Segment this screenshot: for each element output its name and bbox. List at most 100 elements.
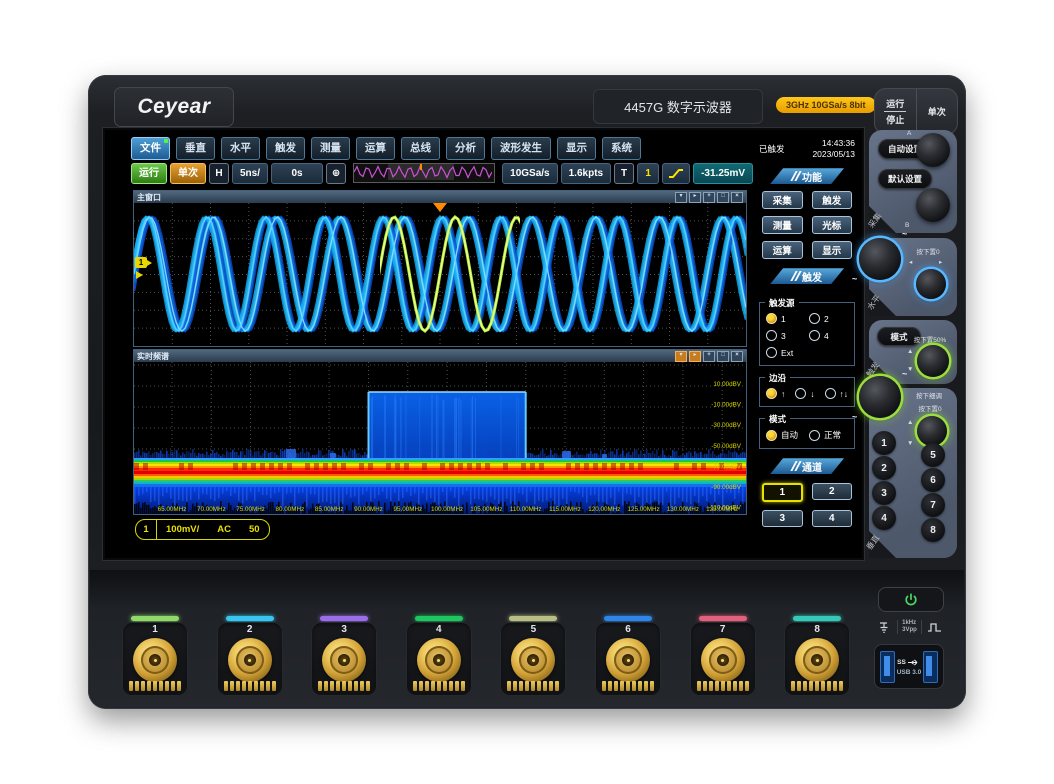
- main-window-collapse-icon[interactable]: ▾: [675, 192, 687, 203]
- single-key[interactable]: 单次: [916, 89, 958, 134]
- radio-edge-either[interactable]: ↑↓: [825, 388, 849, 399]
- arrow-down-icon: ▼: [907, 440, 913, 447]
- radio-trigger-source-1[interactable]: 1: [766, 313, 805, 324]
- soft-channel-1[interactable]: 1: [762, 483, 803, 502]
- knob-horizontal-scale[interactable]: [859, 238, 901, 280]
- spectrum-window-controls: ▾▸+□×: [675, 351, 743, 362]
- channel-scale: 100mV/: [157, 524, 208, 535]
- trigger-position-marker[interactable]: [433, 203, 447, 212]
- main-window-close-icon[interactable]: ×: [731, 192, 743, 203]
- bnc-connector: [322, 638, 366, 682]
- svg-text:95.00MHz: 95.00MHz: [393, 506, 422, 513]
- menu-item-trigger[interactable]: 触发: [266, 137, 305, 160]
- usb-port[interactable]: [923, 651, 938, 683]
- bnc-contact-pins: [413, 681, 465, 691]
- key-channel-7[interactable]: 7: [921, 493, 945, 517]
- run-stop-key[interactable]: 运行 停止: [875, 89, 916, 134]
- menu-item-math[interactable]: 运算: [356, 137, 395, 160]
- radio-trigger-mode-auto[interactable]: 自动: [766, 429, 805, 441]
- timebase-chip[interactable]: 5ns/: [232, 163, 268, 184]
- spectrum-plot[interactable]: 65.00MHz70.00MHz75.00MHz80.00MHz85.00MHz…: [134, 362, 746, 514]
- key-channel-3[interactable]: 3: [872, 481, 896, 505]
- menu-item-file[interactable]: 文件: [131, 137, 170, 160]
- menu-item-bus[interactable]: 总线: [401, 137, 440, 160]
- trigger-source-chip[interactable]: 1: [637, 163, 659, 184]
- knob-b[interactable]: [916, 188, 950, 222]
- usb-port[interactable]: [880, 651, 895, 683]
- radio-trigger-source-4[interactable]: 4: [809, 330, 848, 341]
- menu-item-wavegen[interactable]: 波形发生: [491, 137, 551, 160]
- radio-trigger-source-3[interactable]: 3: [766, 330, 805, 341]
- run-status-button[interactable]: 运行: [131, 163, 167, 184]
- power-button[interactable]: [878, 587, 944, 612]
- radio-edge-rising[interactable]: ↑: [766, 388, 785, 399]
- softkey-display[interactable]: 显示: [812, 241, 853, 259]
- edge-option-label: ↑↓: [840, 389, 849, 399]
- bnc-connector: [417, 638, 461, 682]
- press-fifty-label: 按下置50%: [904, 334, 956, 344]
- spectrum-window-zoom-icon[interactable]: +: [703, 351, 715, 362]
- product-photo: Ceyear 4457G 数字示波器 3GHz 10GSa/s 8bit 文件垂…: [0, 0, 1054, 784]
- softkey-acquire[interactable]: 采集: [762, 191, 803, 209]
- svg-text:-90.00dBV: -90.00dBV: [711, 484, 742, 491]
- waveform-plot[interactable]: 1: [134, 203, 746, 346]
- trigger-source-option-label: 4: [824, 331, 829, 341]
- spectrum-window-collapse-icon[interactable]: ▾: [675, 351, 687, 362]
- probe-comp-label: 1kHz 3Vpp: [902, 620, 917, 634]
- trigger-slope-icon[interactable]: [662, 163, 690, 184]
- radio-trigger-mode-normal[interactable]: 正常: [809, 429, 848, 441]
- arrow-right-icon: ▸: [939, 258, 942, 266]
- channel-marker[interactable]: 1: [135, 257, 147, 268]
- key-channel-2[interactable]: 2: [872, 456, 896, 480]
- svg-text:105.00MHz: 105.00MHz: [470, 506, 502, 513]
- key-channel-1[interactable]: 1: [872, 431, 896, 455]
- knob-trigger-level[interactable]: [917, 345, 949, 377]
- radio-trigger-source-ext[interactable]: Ext: [766, 347, 805, 358]
- horizontal-position-chip[interactable]: 0s: [271, 163, 323, 184]
- softkey-math[interactable]: 运算: [762, 241, 803, 259]
- spectrum-window-close-icon[interactable]: ×: [731, 351, 743, 362]
- default-setup-button[interactable]: 默认设置: [878, 169, 932, 189]
- trigger-level-marker[interactable]: [136, 271, 143, 279]
- square-wave-icon: [927, 621, 942, 634]
- main-window-tile-icon[interactable]: □: [717, 192, 729, 203]
- menu-item-horizontal[interactable]: 水平: [221, 137, 260, 160]
- menu-item-analysis[interactable]: 分析: [446, 137, 485, 160]
- acquisition-preview[interactable]: [353, 163, 495, 183]
- radio-dot: [809, 330, 820, 341]
- softkey-cursor[interactable]: 光标: [812, 216, 853, 234]
- radio-edge-falling[interactable]: ↓: [795, 388, 814, 399]
- sine-icon: ~: [852, 412, 857, 422]
- menu-item-system[interactable]: 系统: [602, 137, 641, 160]
- zoom-icon[interactable]: ⊕: [326, 163, 346, 184]
- knob-vertical-scale[interactable]: [859, 376, 901, 418]
- knob-horizontal-position[interactable]: [916, 269, 946, 299]
- key-channel-4[interactable]: 4: [872, 506, 896, 530]
- knob-a[interactable]: [916, 133, 950, 167]
- trigger-level-chip[interactable]: -31.25mV: [693, 163, 753, 184]
- key-channel-5[interactable]: 5: [921, 443, 945, 467]
- channel-readout[interactable]: 1 100mV/ AC 50: [135, 519, 270, 540]
- main-window-zoom-icon[interactable]: +: [703, 192, 715, 203]
- key-channel-6[interactable]: 6: [921, 468, 945, 492]
- main-window-expand-icon[interactable]: ▸: [689, 192, 701, 203]
- soft-channel-4[interactable]: 4: [812, 510, 853, 527]
- spectrum-window-tile-icon[interactable]: □: [717, 351, 729, 362]
- menu-item-display[interactable]: 显示: [557, 137, 596, 160]
- bnc-channel-3: [311, 622, 377, 696]
- menu-item-measure[interactable]: 测量: [311, 137, 350, 160]
- radio-trigger-source-2[interactable]: 2: [809, 313, 848, 324]
- softkey-trigger[interactable]: 触发: [812, 191, 853, 209]
- soft-channel-3[interactable]: 3: [762, 510, 803, 527]
- soft-channel-2[interactable]: 2: [812, 483, 853, 500]
- menu-item-vertical[interactable]: 垂直: [176, 137, 215, 160]
- key-channel-8[interactable]: 8: [921, 518, 945, 542]
- softkey-measure[interactable]: 测量: [762, 216, 803, 234]
- svg-text:125.00MHz: 125.00MHz: [627, 506, 659, 513]
- vertical-section: ~ ~ 按下细调 按下置0 ▲ ▼ 12345678: [869, 388, 957, 558]
- knob-vertical-position[interactable]: [917, 416, 947, 446]
- bnc-contact-pins: [791, 681, 843, 691]
- single-status-button[interactable]: 单次: [170, 163, 206, 184]
- spectrum-window-expand-icon[interactable]: ▸: [689, 351, 701, 362]
- spectrum-window: 实时频谱 ▾▸+□× 65.00MHz70.00MHz75.00MHz80.00…: [133, 349, 747, 515]
